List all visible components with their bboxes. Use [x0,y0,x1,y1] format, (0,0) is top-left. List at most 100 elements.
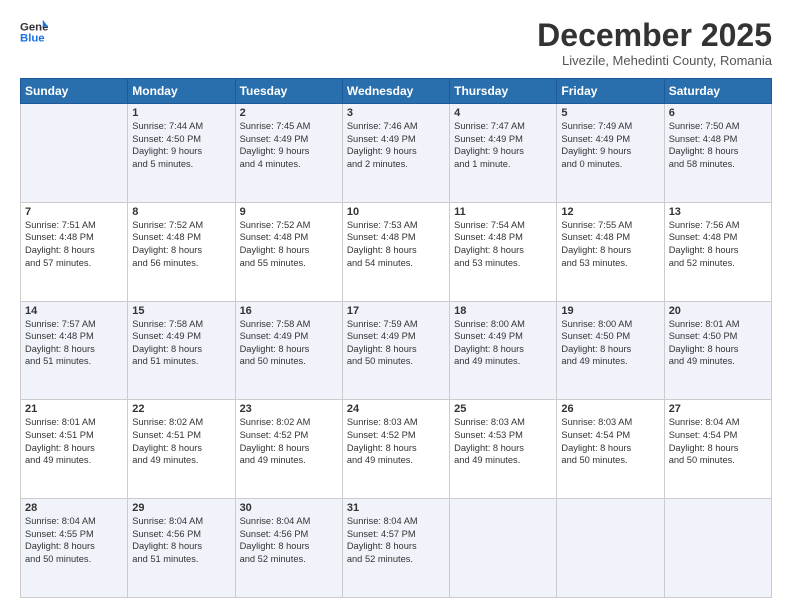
table-row: 4Sunrise: 7:47 AM Sunset: 4:49 PM Daylig… [450,104,557,203]
day-number: 12 [561,206,659,218]
week-row-2: 7Sunrise: 7:51 AM Sunset: 4:48 PM Daylig… [21,202,772,301]
table-row: 11Sunrise: 7:54 AM Sunset: 4:48 PM Dayli… [450,202,557,301]
table-row: 9Sunrise: 7:52 AM Sunset: 4:48 PM Daylig… [235,202,342,301]
day-number: 1 [132,107,230,119]
day-details: Sunrise: 8:02 AM Sunset: 4:52 PM Dayligh… [240,416,338,466]
day-number: 8 [132,206,230,218]
day-details: Sunrise: 8:01 AM Sunset: 4:51 PM Dayligh… [25,416,123,466]
calendar-table: Sunday Monday Tuesday Wednesday Thursday… [20,78,772,598]
day-details: Sunrise: 7:52 AM Sunset: 4:48 PM Dayligh… [240,219,338,269]
week-row-1: 1Sunrise: 7:44 AM Sunset: 4:50 PM Daylig… [21,104,772,203]
logo: General Blue [20,18,48,46]
header: General Blue December 2025 Livezile, Meh… [20,18,772,68]
col-wednesday: Wednesday [342,79,449,104]
table-row: 12Sunrise: 7:55 AM Sunset: 4:48 PM Dayli… [557,202,664,301]
day-details: Sunrise: 7:50 AM Sunset: 4:48 PM Dayligh… [669,120,767,170]
week-row-4: 21Sunrise: 8:01 AM Sunset: 4:51 PM Dayli… [21,400,772,499]
day-number: 7 [25,206,123,218]
day-number: 13 [669,206,767,218]
day-details: Sunrise: 7:53 AM Sunset: 4:48 PM Dayligh… [347,219,445,269]
day-number: 10 [347,206,445,218]
day-number: 14 [25,305,123,317]
day-number: 28 [25,502,123,514]
table-row: 20Sunrise: 8:01 AM Sunset: 4:50 PM Dayli… [664,301,771,400]
table-row: 15Sunrise: 7:58 AM Sunset: 4:49 PM Dayli… [128,301,235,400]
logo-icon: General Blue [20,18,48,46]
day-details: Sunrise: 8:04 AM Sunset: 4:55 PM Dayligh… [25,515,123,565]
day-details: Sunrise: 8:03 AM Sunset: 4:53 PM Dayligh… [454,416,552,466]
day-details: Sunrise: 7:51 AM Sunset: 4:48 PM Dayligh… [25,219,123,269]
table-row: 6Sunrise: 7:50 AM Sunset: 4:48 PM Daylig… [664,104,771,203]
table-row: 23Sunrise: 8:02 AM Sunset: 4:52 PM Dayli… [235,400,342,499]
day-number: 21 [25,403,123,415]
table-row: 27Sunrise: 8:04 AM Sunset: 4:54 PM Dayli… [664,400,771,499]
table-row: 2Sunrise: 7:45 AM Sunset: 4:49 PM Daylig… [235,104,342,203]
page: General Blue December 2025 Livezile, Meh… [0,0,792,612]
table-row: 13Sunrise: 7:56 AM Sunset: 4:48 PM Dayli… [664,202,771,301]
week-row-3: 14Sunrise: 7:57 AM Sunset: 4:48 PM Dayli… [21,301,772,400]
day-number: 25 [454,403,552,415]
table-row [21,104,128,203]
table-row: 10Sunrise: 7:53 AM Sunset: 4:48 PM Dayli… [342,202,449,301]
table-row: 30Sunrise: 8:04 AM Sunset: 4:56 PM Dayli… [235,499,342,598]
table-row: 8Sunrise: 7:52 AM Sunset: 4:48 PM Daylig… [128,202,235,301]
day-number: 2 [240,107,338,119]
location: Livezile, Mehedinti County, Romania [537,53,772,68]
day-number: 16 [240,305,338,317]
day-details: Sunrise: 7:57 AM Sunset: 4:48 PM Dayligh… [25,318,123,368]
day-details: Sunrise: 8:04 AM Sunset: 4:56 PM Dayligh… [132,515,230,565]
day-number: 5 [561,107,659,119]
day-number: 20 [669,305,767,317]
day-number: 11 [454,206,552,218]
table-row: 28Sunrise: 8:04 AM Sunset: 4:55 PM Dayli… [21,499,128,598]
day-number: 26 [561,403,659,415]
day-details: Sunrise: 7:54 AM Sunset: 4:48 PM Dayligh… [454,219,552,269]
table-row: 3Sunrise: 7:46 AM Sunset: 4:49 PM Daylig… [342,104,449,203]
table-row [664,499,771,598]
day-details: Sunrise: 8:04 AM Sunset: 4:56 PM Dayligh… [240,515,338,565]
table-row: 5Sunrise: 7:49 AM Sunset: 4:49 PM Daylig… [557,104,664,203]
day-details: Sunrise: 7:49 AM Sunset: 4:49 PM Dayligh… [561,120,659,170]
day-details: Sunrise: 8:00 AM Sunset: 4:49 PM Dayligh… [454,318,552,368]
day-details: Sunrise: 8:04 AM Sunset: 4:57 PM Dayligh… [347,515,445,565]
day-details: Sunrise: 8:03 AM Sunset: 4:52 PM Dayligh… [347,416,445,466]
table-row: 1Sunrise: 7:44 AM Sunset: 4:50 PM Daylig… [128,104,235,203]
day-number: 31 [347,502,445,514]
day-details: Sunrise: 8:00 AM Sunset: 4:50 PM Dayligh… [561,318,659,368]
table-row: 7Sunrise: 7:51 AM Sunset: 4:48 PM Daylig… [21,202,128,301]
day-number: 9 [240,206,338,218]
table-row: 14Sunrise: 7:57 AM Sunset: 4:48 PM Dayli… [21,301,128,400]
table-row: 19Sunrise: 8:00 AM Sunset: 4:50 PM Dayli… [557,301,664,400]
day-details: Sunrise: 7:56 AM Sunset: 4:48 PM Dayligh… [669,219,767,269]
table-row: 22Sunrise: 8:02 AM Sunset: 4:51 PM Dayli… [128,400,235,499]
day-number: 24 [347,403,445,415]
day-number: 22 [132,403,230,415]
day-number: 27 [669,403,767,415]
header-row: Sunday Monday Tuesday Wednesday Thursday… [21,79,772,104]
month-title: December 2025 [537,18,772,53]
day-details: Sunrise: 8:01 AM Sunset: 4:50 PM Dayligh… [669,318,767,368]
day-number: 3 [347,107,445,119]
week-row-5: 28Sunrise: 8:04 AM Sunset: 4:55 PM Dayli… [21,499,772,598]
col-thursday: Thursday [450,79,557,104]
day-details: Sunrise: 7:58 AM Sunset: 4:49 PM Dayligh… [240,318,338,368]
day-number: 15 [132,305,230,317]
day-number: 4 [454,107,552,119]
day-number: 19 [561,305,659,317]
col-friday: Friday [557,79,664,104]
day-details: Sunrise: 7:55 AM Sunset: 4:48 PM Dayligh… [561,219,659,269]
table-row: 18Sunrise: 8:00 AM Sunset: 4:49 PM Dayli… [450,301,557,400]
table-row: 24Sunrise: 8:03 AM Sunset: 4:52 PM Dayli… [342,400,449,499]
table-row [450,499,557,598]
day-details: Sunrise: 8:02 AM Sunset: 4:51 PM Dayligh… [132,416,230,466]
svg-text:Blue: Blue [20,33,45,45]
day-details: Sunrise: 8:03 AM Sunset: 4:54 PM Dayligh… [561,416,659,466]
day-details: Sunrise: 7:44 AM Sunset: 4:50 PM Dayligh… [132,120,230,170]
day-number: 18 [454,305,552,317]
day-number: 30 [240,502,338,514]
table-row: 29Sunrise: 8:04 AM Sunset: 4:56 PM Dayli… [128,499,235,598]
day-number: 29 [132,502,230,514]
table-row: 21Sunrise: 8:01 AM Sunset: 4:51 PM Dayli… [21,400,128,499]
table-row: 25Sunrise: 8:03 AM Sunset: 4:53 PM Dayli… [450,400,557,499]
day-details: Sunrise: 7:46 AM Sunset: 4:49 PM Dayligh… [347,120,445,170]
